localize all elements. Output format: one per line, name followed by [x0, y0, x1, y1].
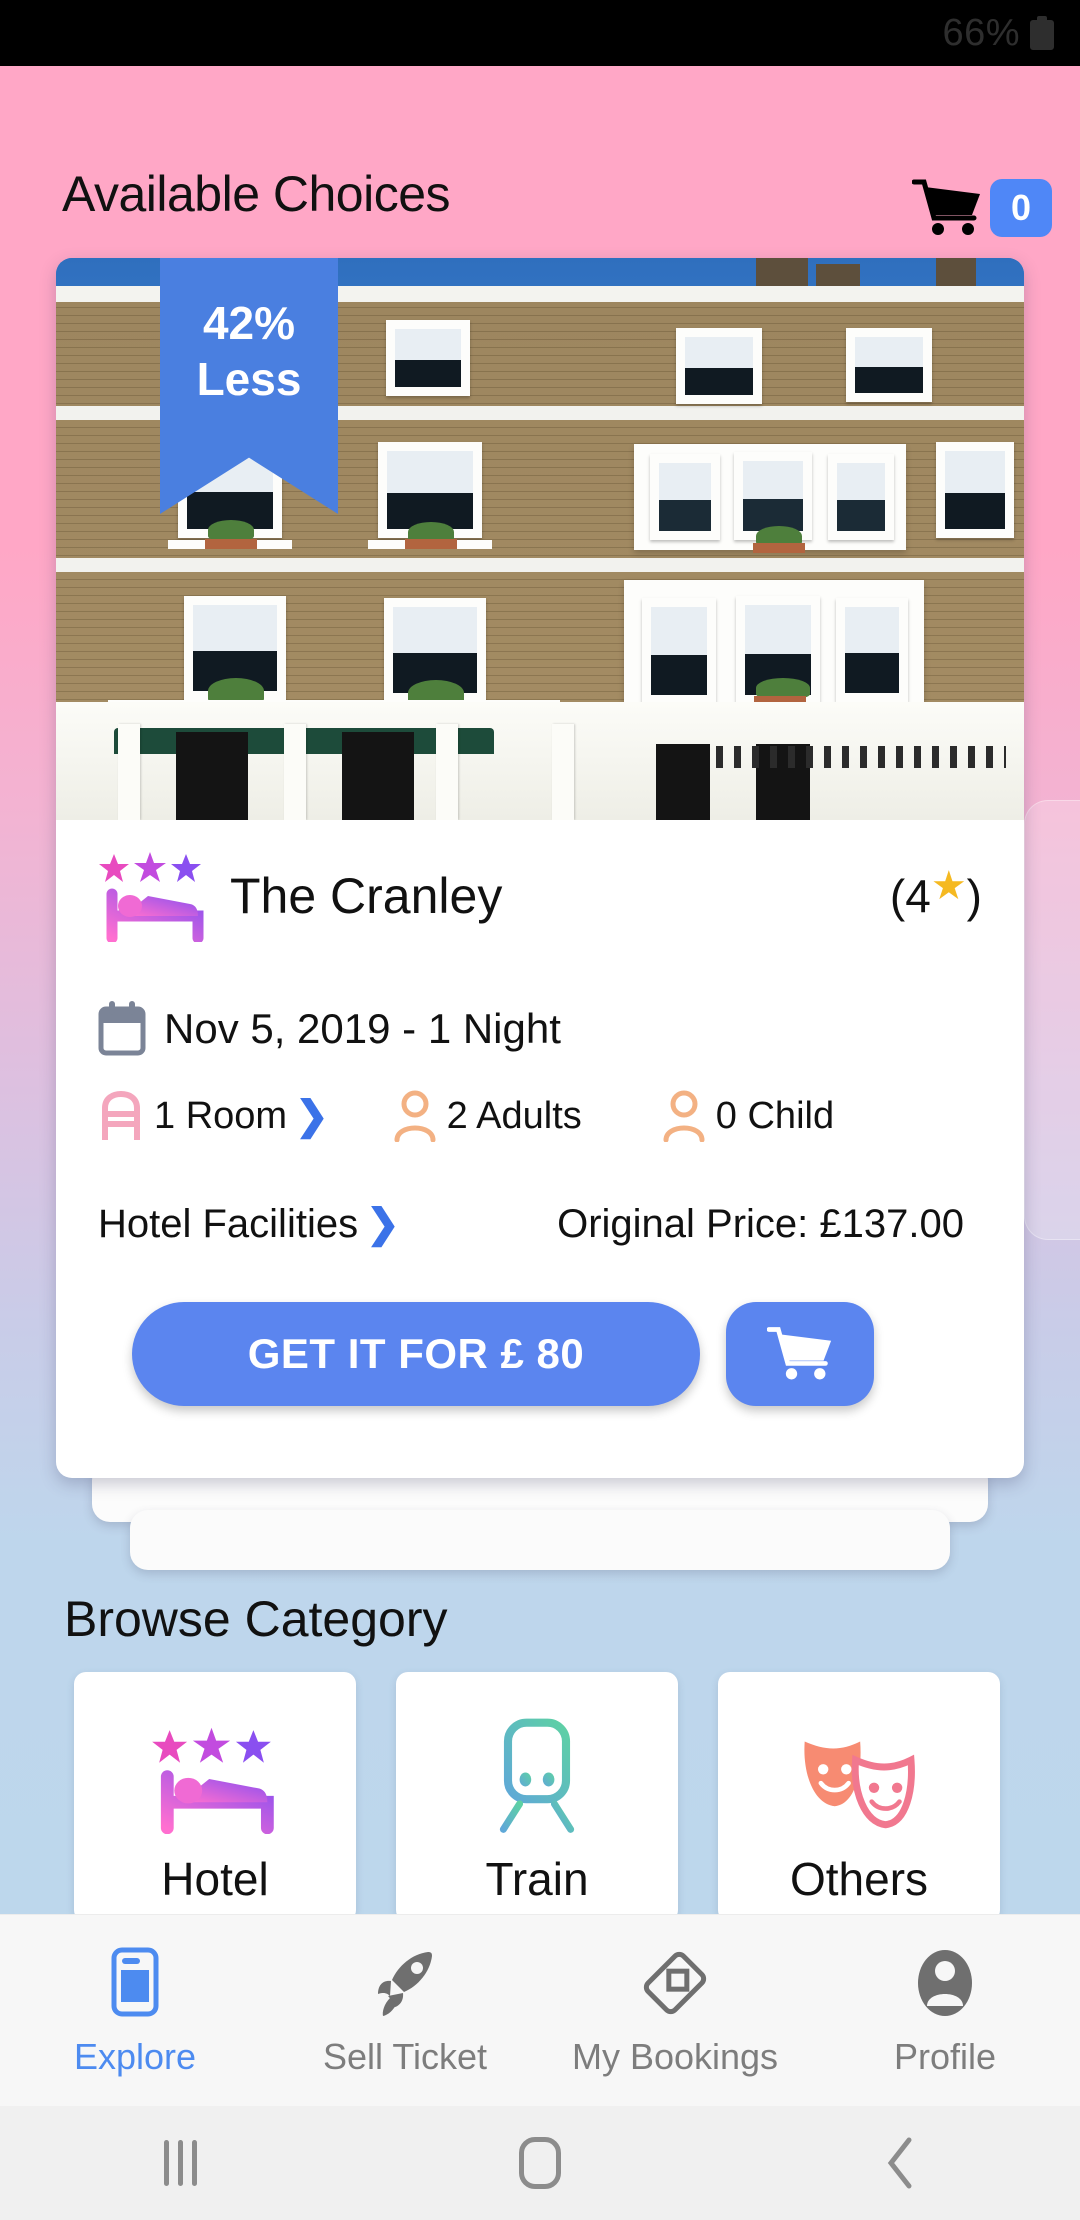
battery-icon: [1030, 16, 1054, 50]
rocket-icon: [372, 1944, 438, 2022]
person-icon: [394, 1090, 436, 1142]
facilities-label: Hotel Facilities: [98, 1201, 359, 1246]
person-icon: [663, 1090, 705, 1142]
occupancy-children: 0 Child: [662, 1090, 834, 1142]
category-label: Others: [789, 1853, 929, 1905]
occupancy-adults: 2 Adults: [393, 1090, 582, 1142]
bed-icon: [102, 1090, 140, 1140]
bottom-navigation: Explore Sell Ticket My Bookings Profile: [0, 1914, 1080, 2106]
hotel-name-row: The Cranley (4 ★ ): [98, 848, 982, 944]
original-price: Original Price: £137.00: [557, 1201, 964, 1246]
shopping-cart-icon: [912, 179, 980, 235]
home-icon: [519, 2137, 561, 2189]
battery-percent-text: 66%: [942, 11, 1020, 54]
person-circle-icon: [912, 1944, 978, 2022]
recents-button[interactable]: [0, 2140, 360, 2186]
hotel-photo: 42% Less 10 Bina Gardens,South Kensin...: [56, 258, 1024, 820]
nav-label: My Bookings: [571, 2035, 779, 2077]
ticket-icon: [640, 1944, 710, 2022]
train-icon: [483, 1714, 591, 1834]
hotel-bed-icon: [99, 852, 204, 942]
occupancy-rooms[interactable]: 1 Room ❯: [98, 1090, 329, 1142]
theater-masks-icon: [795, 1714, 923, 1834]
calendar-icon: [98, 1001, 146, 1056]
recents-icon: [163, 2140, 197, 2186]
facilities-price-row: Hotel Facilities ❯ Original Price: £137.…: [98, 1196, 982, 1252]
hotel-offer-card[interactable]: 42% Less 10 Bina Gardens,South Kensin...: [56, 258, 1024, 1478]
header-cart-button[interactable]: 0: [912, 178, 1052, 238]
hotel-name: The Cranley: [230, 868, 503, 924]
system-navigation-bar: [0, 2106, 1080, 2220]
chevron-right-icon: ❯: [366, 1202, 400, 1246]
hotel-rating: (4 ★ ): [889, 864, 982, 923]
nav-label: Sell Ticket: [322, 2035, 488, 2077]
browse-category-title: Browse Category: [64, 1591, 448, 1647]
add-to-cart-button[interactable]: [726, 1302, 874, 1406]
nav-item-my-bookings[interactable]: My Bookings: [540, 1944, 810, 2078]
back-chevron-icon: [887, 2137, 912, 2189]
next-card-peek: [1024, 800, 1080, 1240]
explore-phone-icon: [104, 1944, 166, 2022]
cta-row: GET IT FOR £ 80: [98, 1302, 982, 1406]
category-card-train[interactable]: Train: [396, 1672, 678, 1922]
nav-item-sell-ticket[interactable]: Sell Ticket: [270, 1944, 540, 2078]
hotel-card-body: The Cranley (4 ★ ) Nov 5, 2019 - 1 Night: [56, 820, 1024, 1406]
occupancy-row: 1 Room ❯ 2 Adults 0 Child: [98, 1088, 982, 1144]
category-list: Hotel Train Others: [74, 1672, 1000, 1922]
status-bar: 66%: [0, 0, 1080, 66]
nav-item-profile[interactable]: Profile: [810, 1944, 1080, 2078]
get-it-for-button[interactable]: GET IT FOR £ 80: [132, 1302, 700, 1406]
rating-prefix: (4: [889, 870, 931, 922]
card-stack-peek-2: [130, 1510, 950, 1570]
adults-label: 2 Adults: [446, 1094, 582, 1137]
discount-label: Less: [196, 352, 302, 405]
chevron-right-icon: ❯: [295, 1094, 329, 1138]
category-label: Train: [485, 1853, 589, 1905]
nav-label: Profile: [893, 2035, 997, 2077]
stay-date-text: Nov 5, 2019 - 1 Night: [164, 1005, 561, 1052]
page-title: Available Choices: [62, 166, 451, 222]
rating-star-icon: ★: [930, 864, 967, 908]
home-button[interactable]: [360, 2137, 720, 2189]
children-label: 0 Child: [715, 1094, 835, 1137]
rooms-label: 1 Room: [154, 1094, 288, 1137]
cart-badge-count: 0: [990, 179, 1052, 237]
category-label: Hotel: [161, 1853, 269, 1905]
discount-percent: 42%: [202, 297, 296, 349]
app-header: Available Choices 0: [0, 66, 1080, 248]
stay-date-row: Nov 5, 2019 - 1 Night: [98, 1000, 982, 1058]
hotel-facilities-link[interactable]: Hotel Facilities ❯: [98, 1201, 400, 1247]
nav-item-explore[interactable]: Explore: [0, 1944, 270, 2078]
back-button[interactable]: [720, 2136, 1080, 2190]
rating-suffix: ): [966, 870, 982, 922]
app-screen: 66% Available Choices 0 42% Less The Cra…: [0, 0, 1080, 2220]
shopping-cart-icon: [767, 1327, 832, 1380]
category-card-others[interactable]: Others: [718, 1672, 1000, 1922]
nav-label: Explore: [73, 2035, 197, 2077]
hotel-bed-icon: [151, 1714, 279, 1834]
category-card-hotel[interactable]: Hotel: [74, 1672, 356, 1922]
